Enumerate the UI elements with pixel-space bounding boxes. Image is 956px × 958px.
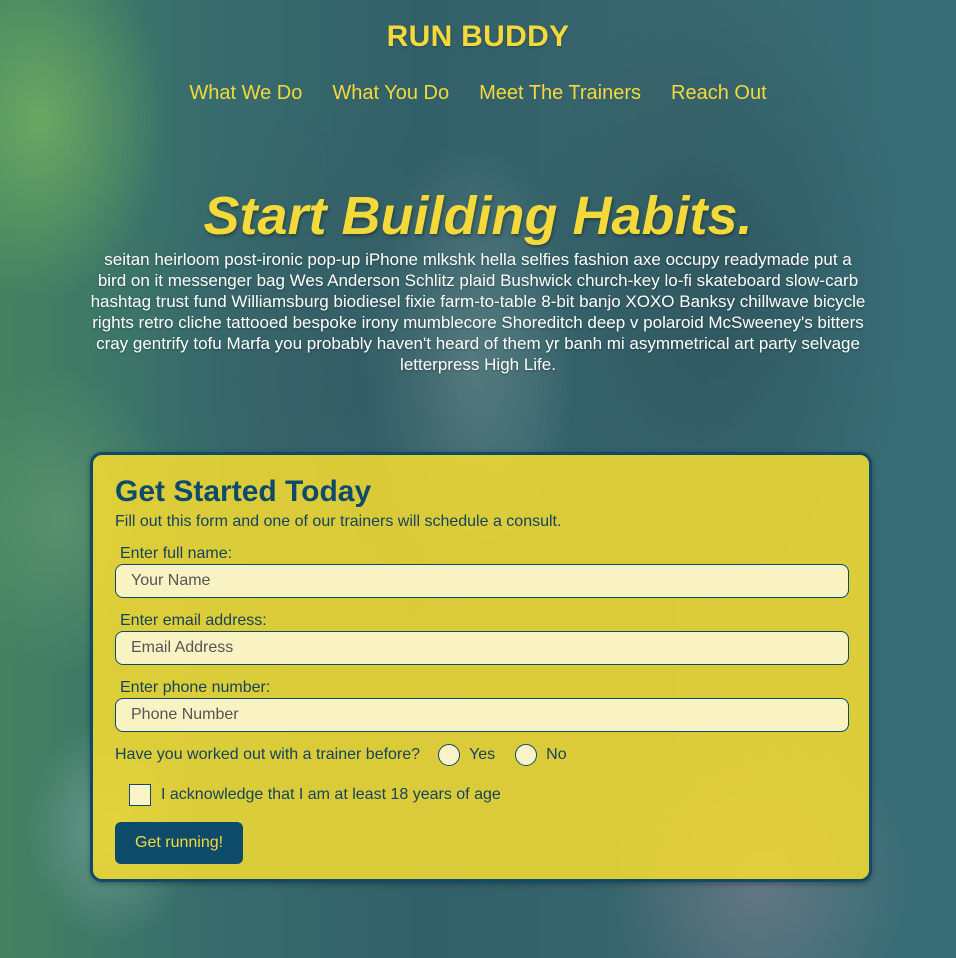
nav-link-what-you-do[interactable]: What You Do [332,82,449,105]
site-header: RUN BUDDY What We Do What You Do Meet Th… [0,0,956,105]
nav-link-what-we-do[interactable]: What We Do [189,82,302,105]
phone-label: Enter phone number: [120,679,271,696]
yes-radio[interactable] [438,744,461,766]
trainer-option-no[interactable]: No [515,744,567,766]
form-intro: Fill out this form and one of our traine… [115,513,562,530]
name-label: Enter full name: [120,545,233,562]
age-ack-label: I acknowledge that I am at least 18 year… [161,786,501,803]
form-title: Get Started Today [115,475,372,508]
no-radio[interactable] [515,744,538,766]
no-radio-label: No [546,746,567,763]
hero-body: seitan heirloom post-ironic pop-up iPhon… [90,250,866,374]
age-ack-row: I acknowledge that I am at least 18 year… [129,784,849,806]
hero-section: Start Building Habits. seitan heirloom p… [0,187,956,375]
main-nav: What We Do What You Do Meet The Trainers… [0,82,956,105]
name-input[interactable] [115,564,849,598]
email-input[interactable] [115,631,849,665]
trainer-question-label: Have you worked out with a trainer befor… [115,746,421,763]
trainer-option-yes[interactable]: Yes [438,744,495,766]
phone-input[interactable] [115,698,849,732]
brand-logo[interactable]: RUN BUDDY [0,20,956,54]
page: RUN BUDDY What We Do What You Do Meet Th… [0,0,956,958]
yes-radio-label: Yes [469,746,496,763]
hero-title: Start Building Habits. [203,186,753,246]
email-label: Enter email address: [120,612,267,629]
signup-form: Get Started Today Fill out this form and… [90,452,872,882]
nav-link-meet-the-trainers[interactable]: Meet The Trainers [479,82,641,105]
get-running-button[interactable]: Get running! [115,822,244,864]
age-ack-checkbox[interactable] [129,784,151,806]
trainer-question-row: Have you worked out with a trainer befor… [115,744,849,766]
nav-link-reach-out[interactable]: Reach Out [671,82,767,105]
